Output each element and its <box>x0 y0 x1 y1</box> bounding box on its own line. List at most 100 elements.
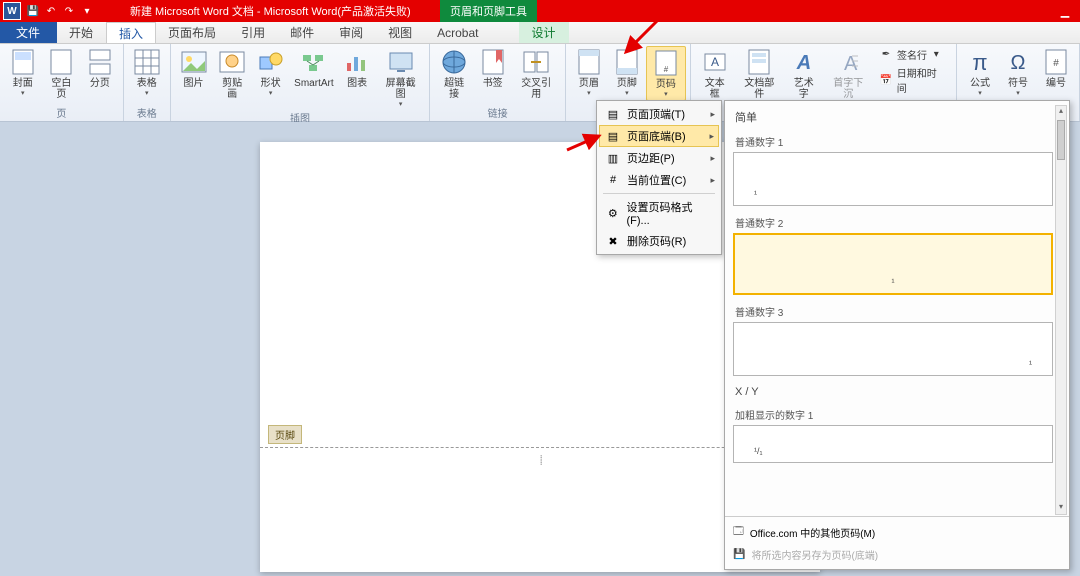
textbox-icon: A <box>701 48 729 76</box>
page-number-icon: # <box>652 49 680 77</box>
page-number-menu: ▤页面顶端(T)▸ ▤页面底端(B)▸ ▥页边距(P)▸ #当前位置(C)▸ ⚙… <box>596 100 722 255</box>
group-illustrations: 图片 剪贴画 形状▾ SmartArt 图表 屏幕截图▾ 插图 <box>171 44 431 121</box>
tab-hf-design[interactable]: 设计 <box>519 22 568 43</box>
table-icon <box>133 48 161 76</box>
header-icon <box>575 48 603 76</box>
ribbon-tabs: 文件 开始 插入 页面布局 引用 邮件 审阅 视图 Acrobat 设计 <box>0 22 1080 44</box>
tab-references[interactable]: 引用 <box>229 22 278 43</box>
signature-line-button[interactable]: ✒签名行 ▾ <box>877 46 948 63</box>
gallery-item-plain2[interactable]: ¹ <box>733 233 1053 295</box>
tab-insert[interactable]: 插入 <box>106 22 156 43</box>
datetime-button[interactable]: 📅日期和时间 <box>877 64 948 96</box>
word-app-icon: W <box>3 2 21 20</box>
svg-text:#: # <box>664 65 669 74</box>
svg-text:#: # <box>1053 58 1059 69</box>
gallery-section-simple: 简单 <box>733 105 1053 131</box>
blank-page-icon <box>47 48 75 76</box>
gallery-label-plain1: 普通数字 1 <box>733 131 1053 152</box>
qat-customize-icon[interactable]: ▾ <box>78 2 96 20</box>
footer-icon <box>613 48 641 76</box>
pn-format[interactable]: ⚙设置页码格式(F)... <box>599 196 719 230</box>
gallery-label-plain3: 普通数字 3 <box>733 301 1053 322</box>
pn-bottom-of-page[interactable]: ▤页面底端(B)▸ <box>599 125 719 147</box>
calendar-icon: 📅 <box>879 73 893 87</box>
svg-text:A: A <box>796 52 811 74</box>
picture-icon <box>180 48 208 76</box>
gallery-item-bold1[interactable]: ¹/₁ <box>733 425 1053 463</box>
symbol-icon: Ω <box>1004 48 1032 76</box>
page-break-icon <box>86 48 114 76</box>
hyperlink-button[interactable]: 超链接 <box>434 46 474 102</box>
pn-top-of-page[interactable]: ▤页面顶端(T)▸ <box>599 103 719 125</box>
tab-view[interactable]: 视图 <box>376 22 425 43</box>
pn-page-margins[interactable]: ▥页边距(P)▸ <box>599 147 719 169</box>
blank-page-button[interactable]: 空白页 <box>42 46 82 102</box>
remove-icon: ✖ <box>605 233 621 249</box>
format-icon: ⚙ <box>605 205 621 221</box>
gallery-scrollbar[interactable]: ▴ ▾ <box>1055 105 1067 515</box>
number-button[interactable]: #编号 <box>1037 46 1075 91</box>
footer-cursor: ⸽ <box>540 453 542 466</box>
chart-icon <box>343 48 371 76</box>
smartart-button[interactable]: SmartArt <box>289 46 338 91</box>
tab-page-layout[interactable]: 页面布局 <box>156 22 229 43</box>
bookmark-button[interactable]: 书签 <box>474 46 512 91</box>
smartart-icon <box>300 48 328 76</box>
tab-mailings[interactable]: 邮件 <box>278 22 327 43</box>
quickparts-icon <box>745 48 773 76</box>
wordart-icon: A <box>790 48 818 76</box>
scroll-thumb[interactable] <box>1057 120 1065 160</box>
dropcap-icon: A <box>834 48 862 76</box>
cover-page-icon <box>9 48 37 76</box>
clipart-button[interactable]: 剪贴画 <box>212 46 252 102</box>
pn-current-position[interactable]: #当前位置(C)▸ <box>599 169 719 191</box>
save-icon: 💾 <box>733 549 745 560</box>
gallery-more-office[interactable]: 🗔Office.com 中的其他页码(M) <box>731 521 1063 544</box>
qat-save-icon[interactable]: 💾 <box>24 2 42 20</box>
screenshot-button[interactable]: 屏幕截图▾ <box>376 46 425 110</box>
minimize-button[interactable]: ▁ <box>1050 0 1080 22</box>
svg-text:π: π <box>972 50 987 75</box>
chart-button[interactable]: 图表 <box>338 46 376 91</box>
signature-icon: ✒ <box>879 48 893 62</box>
gallery-item-plain3[interactable]: ¹ <box>733 322 1053 376</box>
symbol-button[interactable]: Ω符号▾ <box>999 46 1037 99</box>
page-margin-icon: ▥ <box>605 150 621 166</box>
cover-page-button[interactable]: 封面▾ <box>4 46 42 99</box>
tab-home[interactable]: 开始 <box>57 22 106 43</box>
scroll-up-icon[interactable]: ▴ <box>1056 106 1066 118</box>
equation-button[interactable]: π公式▾ <box>961 46 999 99</box>
screenshot-icon <box>387 48 415 76</box>
page-break-button[interactable]: 分页 <box>81 46 119 91</box>
table-button[interactable]: 表格▾ <box>128 46 166 99</box>
gallery-label-plain2: 普通数字 2 <box>733 212 1053 233</box>
gallery-label-bold1: 加粗显示的数字 1 <box>733 404 1053 425</box>
group-links: 超链接 书签 交叉引用 链接 <box>430 44 566 121</box>
title-bar: W 💾 ↶ ↷ ▾ 新建 Microsoft Word 文档 - Microso… <box>0 0 1080 22</box>
tab-file[interactable]: 文件 <box>0 22 57 43</box>
gallery-item-plain1[interactable]: ¹ <box>733 152 1053 206</box>
pn-remove[interactable]: ✖删除页码(R) <box>599 230 719 252</box>
picture-button[interactable]: 图片 <box>175 46 213 91</box>
header-button[interactable]: 页眉▾ <box>570 46 608 99</box>
scroll-down-icon[interactable]: ▾ <box>1056 502 1066 514</box>
shapes-button[interactable]: 形状▾ <box>252 46 290 99</box>
page-number-button[interactable]: #页码▾ <box>646 46 686 101</box>
equation-icon: π <box>966 48 994 76</box>
group-label-pages: 页 <box>4 105 119 121</box>
svg-text:Ω: Ω <box>1011 52 1026 74</box>
page-number-gallery: 简单 普通数字 1 ¹ 普通数字 2 ¹ 普通数字 3 ¹ X / Y 加粗显示… <box>724 100 1070 570</box>
gallery-footer: 🗔Office.com 中的其他页码(M) 💾将所选内容另存为页码(底端) <box>725 516 1069 569</box>
hyperlink-icon <box>440 48 468 76</box>
crossref-button[interactable]: 交叉引用 <box>511 46 560 102</box>
qat-undo-icon[interactable]: ↶ <box>42 2 60 20</box>
qat-redo-icon[interactable]: ↷ <box>60 2 78 20</box>
gallery-save-selection: 💾将所选内容另存为页码(底端) <box>731 544 1063 565</box>
office-icon: 🗔 <box>733 524 744 541</box>
window-title: 新建 Microsoft Word 文档 - Microsoft Word(产品… <box>130 3 411 19</box>
tab-review[interactable]: 审阅 <box>327 22 376 43</box>
footer-button[interactable]: 页脚▾ <box>608 46 646 99</box>
tab-acrobat[interactable]: Acrobat <box>425 22 491 43</box>
page-top-icon: ▤ <box>605 106 621 122</box>
current-pos-icon: # <box>605 172 621 188</box>
